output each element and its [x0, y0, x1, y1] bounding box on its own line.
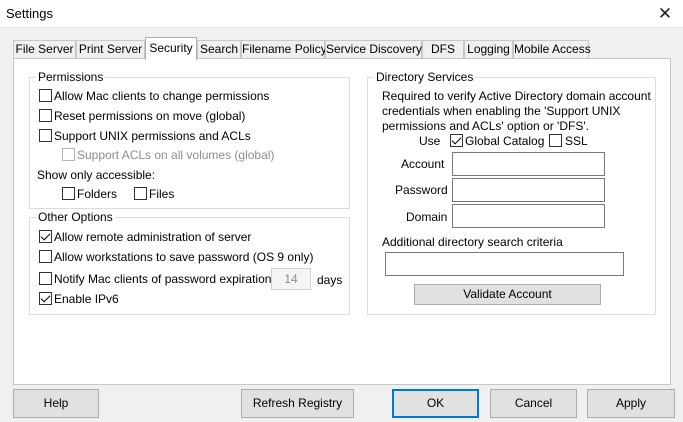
domain-label: Domain	[406, 210, 448, 224]
support-acls-all-checkbox[interactable]	[62, 148, 75, 161]
tab-service-discovery[interactable]: Service Discovery	[325, 40, 422, 59]
directory-description-line-2: credentials when enabling the 'Support U…	[382, 104, 621, 118]
notify-expiration-label: Notify Mac clients of password expiratio…	[54, 272, 285, 286]
directory-description: Required to verify Active Directory doma…	[382, 89, 651, 134]
tab-file-server[interactable]: File Server	[13, 40, 76, 59]
allow-save-password-checkbox[interactable]	[39, 250, 52, 263]
allow-save-password-label: Allow workstations to save password (OS …	[54, 250, 314, 264]
expiration-days-input[interactable]: 14	[271, 268, 311, 290]
search-criteria-input[interactable]	[385, 252, 624, 276]
tab-dfs[interactable]: DFS	[422, 40, 464, 59]
enable-ipv6-checkbox[interactable]	[39, 292, 52, 305]
support-unix-checkbox[interactable]	[39, 129, 52, 142]
directory-description-line-1: Required to verify Active Directory doma…	[382, 89, 651, 103]
folders-checkbox[interactable]	[62, 187, 75, 200]
allow-remote-admin-checkbox[interactable]	[39, 230, 52, 243]
password-input[interactable]	[452, 178, 605, 202]
other-options-legend: Other Options	[36, 210, 115, 224]
allow-remote-admin-label: Allow remote administration of server	[54, 230, 252, 244]
directory-services-legend: Directory Services	[374, 70, 476, 84]
enable-ipv6-label: Enable IPv6	[54, 292, 119, 306]
title-bar: Settings ✕	[0, 0, 683, 28]
cancel-button[interactable]: Cancel	[490, 389, 577, 418]
search-criteria-label: Additional directory search criteria	[382, 235, 563, 249]
ok-button[interactable]: OK	[392, 389, 479, 418]
tab-logging[interactable]: Logging	[464, 40, 513, 59]
reset-on-move-checkbox[interactable]	[39, 109, 52, 122]
tab-print-server[interactable]: Print Server	[76, 40, 145, 59]
files-checkbox[interactable]	[134, 187, 147, 200]
security-panel: Permissions Allow Mac clients to change …	[13, 58, 671, 385]
ssl-checkbox[interactable]	[549, 134, 562, 147]
global-catalog-checkbox[interactable]	[450, 134, 463, 147]
directory-description-line-3: permissions and ACLs' option or 'DFS'.	[382, 119, 589, 133]
allow-mac-change-checkbox[interactable]	[39, 89, 52, 102]
domain-input[interactable]	[452, 204, 605, 228]
other-options-group: Other Options Allow remote administratio…	[29, 210, 350, 315]
permissions-legend: Permissions	[36, 70, 106, 84]
reset-on-move-label: Reset permissions on move (global)	[54, 109, 246, 123]
directory-services-group: Directory Services Required to verify Ac…	[367, 70, 656, 315]
notify-expiration-checkbox[interactable]	[39, 272, 52, 285]
tab-search[interactable]: Search	[197, 40, 241, 59]
tab-mobile-access[interactable]: Mobile Access	[513, 40, 591, 59]
tab-security[interactable]: Security	[145, 37, 197, 60]
global-catalog-label: Global Catalog	[465, 134, 545, 148]
account-input[interactable]	[452, 152, 605, 176]
tab-filename-policy[interactable]: Filename Policy	[241, 40, 327, 59]
support-unix-label: Support UNIX permissions and ACLs	[54, 129, 251, 143]
show-only-label: Show only accessible:	[37, 168, 156, 182]
support-acls-all-label: Support ACLs on all volumes (global)	[77, 148, 275, 162]
apply-button[interactable]: Apply	[587, 389, 675, 418]
folders-label: Folders	[77, 187, 118, 201]
use-label: Use	[419, 134, 441, 148]
close-icon[interactable]: ✕	[653, 2, 677, 26]
days-label: days	[317, 273, 343, 287]
ssl-label: SSL	[565, 134, 588, 148]
password-label: Password	[395, 183, 448, 197]
files-label: Files	[149, 187, 175, 201]
account-label: Account	[401, 157, 445, 171]
refresh-registry-button[interactable]: Refresh Registry	[241, 389, 354, 418]
help-button[interactable]: Help	[13, 389, 99, 418]
allow-mac-change-label: Allow Mac clients to change permissions	[54, 89, 270, 103]
window-title: Settings	[6, 6, 53, 21]
permissions-group: Permissions Allow Mac clients to change …	[29, 70, 350, 209]
validate-account-button[interactable]: Validate Account	[414, 284, 601, 305]
